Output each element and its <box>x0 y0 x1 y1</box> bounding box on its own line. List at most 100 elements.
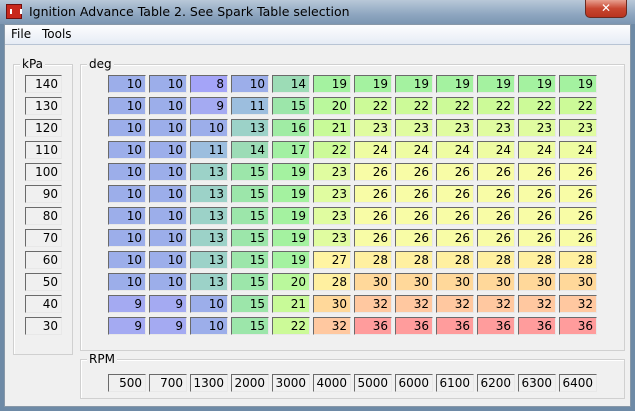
deg-cell[interactable]: 23 <box>395 119 433 137</box>
deg-cell[interactable]: 32 <box>436 295 474 313</box>
deg-cell[interactable]: 11 <box>231 97 269 115</box>
kpa-cell[interactable]: 100 <box>25 163 62 181</box>
kpa-cell[interactable]: 50 <box>25 273 62 291</box>
deg-cell[interactable]: 10 <box>149 185 187 203</box>
deg-cell[interactable]: 30 <box>559 273 597 291</box>
deg-cell[interactable]: 15 <box>231 229 269 247</box>
deg-cell[interactable]: 10 <box>108 119 146 137</box>
kpa-cell[interactable]: 70 <box>25 229 62 247</box>
deg-cell[interactable]: 9 <box>108 295 146 313</box>
deg-cell[interactable]: 19 <box>272 185 310 203</box>
kpa-cell[interactable]: 40 <box>25 295 62 313</box>
deg-cell[interactable]: 24 <box>395 141 433 159</box>
deg-cell[interactable]: 22 <box>395 97 433 115</box>
deg-cell[interactable]: 20 <box>313 97 351 115</box>
deg-cell[interactable]: 26 <box>559 207 597 225</box>
deg-cell[interactable]: 15 <box>231 273 269 291</box>
kpa-cell[interactable]: 30 <box>25 317 62 335</box>
kpa-cell[interactable]: 90 <box>25 185 62 203</box>
deg-cell[interactable]: 21 <box>313 119 351 137</box>
deg-cell[interactable]: 19 <box>272 163 310 181</box>
deg-cell[interactable]: 24 <box>477 141 515 159</box>
deg-cell[interactable]: 19 <box>518 75 556 93</box>
deg-cell[interactable]: 10 <box>108 207 146 225</box>
deg-cell[interactable]: 10 <box>149 163 187 181</box>
rpm-cell[interactable]: 3000 <box>272 374 310 392</box>
deg-cell[interactable]: 26 <box>518 185 556 203</box>
kpa-cell[interactable]: 110 <box>25 141 62 159</box>
deg-cell[interactable]: 24 <box>559 141 597 159</box>
deg-cell[interactable]: 23 <box>436 119 474 137</box>
deg-cell[interactable]: 22 <box>313 141 351 159</box>
rpm-cell[interactable]: 4000 <box>313 374 351 392</box>
deg-cell[interactable]: 28 <box>559 251 597 269</box>
deg-cell[interactable]: 14 <box>231 141 269 159</box>
deg-cell[interactable]: 15 <box>231 185 269 203</box>
deg-cell[interactable]: 26 <box>395 185 433 203</box>
deg-cell[interactable]: 19 <box>559 75 597 93</box>
deg-cell[interactable]: 28 <box>518 251 556 269</box>
deg-cell[interactable]: 10 <box>108 141 146 159</box>
deg-cell[interactable]: 28 <box>313 273 351 291</box>
deg-cell[interactable]: 10 <box>190 295 228 313</box>
deg-cell[interactable]: 15 <box>231 207 269 225</box>
deg-cell[interactable]: 10 <box>190 119 228 137</box>
rpm-cell[interactable]: 2000 <box>231 374 269 392</box>
deg-cell[interactable]: 10 <box>149 75 187 93</box>
rpm-cell[interactable]: 6300 <box>518 374 556 392</box>
deg-cell[interactable]: 22 <box>559 97 597 115</box>
deg-cell[interactable]: 13 <box>190 251 228 269</box>
deg-cell[interactable]: 22 <box>354 97 392 115</box>
deg-cell[interactable]: 19 <box>272 207 310 225</box>
deg-cell[interactable]: 13 <box>190 229 228 247</box>
deg-cell[interactable]: 26 <box>436 207 474 225</box>
deg-cell[interactable]: 32 <box>395 295 433 313</box>
deg-cell[interactable]: 22 <box>436 97 474 115</box>
deg-cell[interactable]: 15 <box>231 163 269 181</box>
deg-cell[interactable]: 24 <box>518 141 556 159</box>
deg-cell[interactable]: 19 <box>477 75 515 93</box>
deg-cell[interactable]: 27 <box>313 251 351 269</box>
deg-cell[interactable]: 28 <box>354 251 392 269</box>
deg-cell[interactable]: 15 <box>272 97 310 115</box>
deg-cell[interactable]: 26 <box>436 163 474 181</box>
kpa-cell[interactable]: 120 <box>25 119 62 137</box>
rpm-cell[interactable]: 6100 <box>436 374 474 392</box>
deg-cell[interactable]: 10 <box>149 141 187 159</box>
deg-cell[interactable]: 10 <box>108 251 146 269</box>
deg-cell[interactable]: 9 <box>149 317 187 335</box>
deg-cell[interactable]: 28 <box>477 251 515 269</box>
deg-cell[interactable]: 23 <box>313 163 351 181</box>
deg-cell[interactable]: 30 <box>436 273 474 291</box>
deg-cell[interactable]: 30 <box>313 295 351 313</box>
deg-cell[interactable]: 23 <box>313 229 351 247</box>
deg-cell[interactable]: 19 <box>313 75 351 93</box>
deg-cell[interactable]: 26 <box>518 229 556 247</box>
deg-cell[interactable]: 13 <box>190 207 228 225</box>
deg-cell[interactable]: 32 <box>477 295 515 313</box>
deg-cell[interactable]: 10 <box>108 229 146 247</box>
menu-file[interactable]: File <box>11 27 31 41</box>
deg-cell[interactable]: 19 <box>272 251 310 269</box>
deg-cell[interactable]: 26 <box>354 229 392 247</box>
deg-cell[interactable]: 36 <box>354 317 392 335</box>
deg-cell[interactable]: 26 <box>436 229 474 247</box>
deg-cell[interactable]: 9 <box>149 295 187 313</box>
deg-cell[interactable]: 10 <box>231 75 269 93</box>
deg-cell[interactable]: 32 <box>559 295 597 313</box>
deg-cell[interactable]: 23 <box>477 119 515 137</box>
deg-cell[interactable]: 10 <box>108 75 146 93</box>
deg-cell[interactable]: 15 <box>231 251 269 269</box>
deg-cell[interactable]: 10 <box>149 207 187 225</box>
deg-cell[interactable]: 11 <box>190 141 228 159</box>
deg-cell[interactable]: 22 <box>477 97 515 115</box>
rpm-cell[interactable]: 5000 <box>354 374 392 392</box>
close-button[interactable]: ✕ <box>585 0 627 18</box>
deg-cell[interactable]: 19 <box>436 75 474 93</box>
deg-cell[interactable]: 26 <box>477 229 515 247</box>
deg-cell[interactable]: 32 <box>313 317 351 335</box>
rpm-cell[interactable]: 6400 <box>559 374 597 392</box>
deg-cell[interactable]: 10 <box>149 97 187 115</box>
deg-cell[interactable]: 26 <box>559 163 597 181</box>
deg-cell[interactable]: 24 <box>354 141 392 159</box>
